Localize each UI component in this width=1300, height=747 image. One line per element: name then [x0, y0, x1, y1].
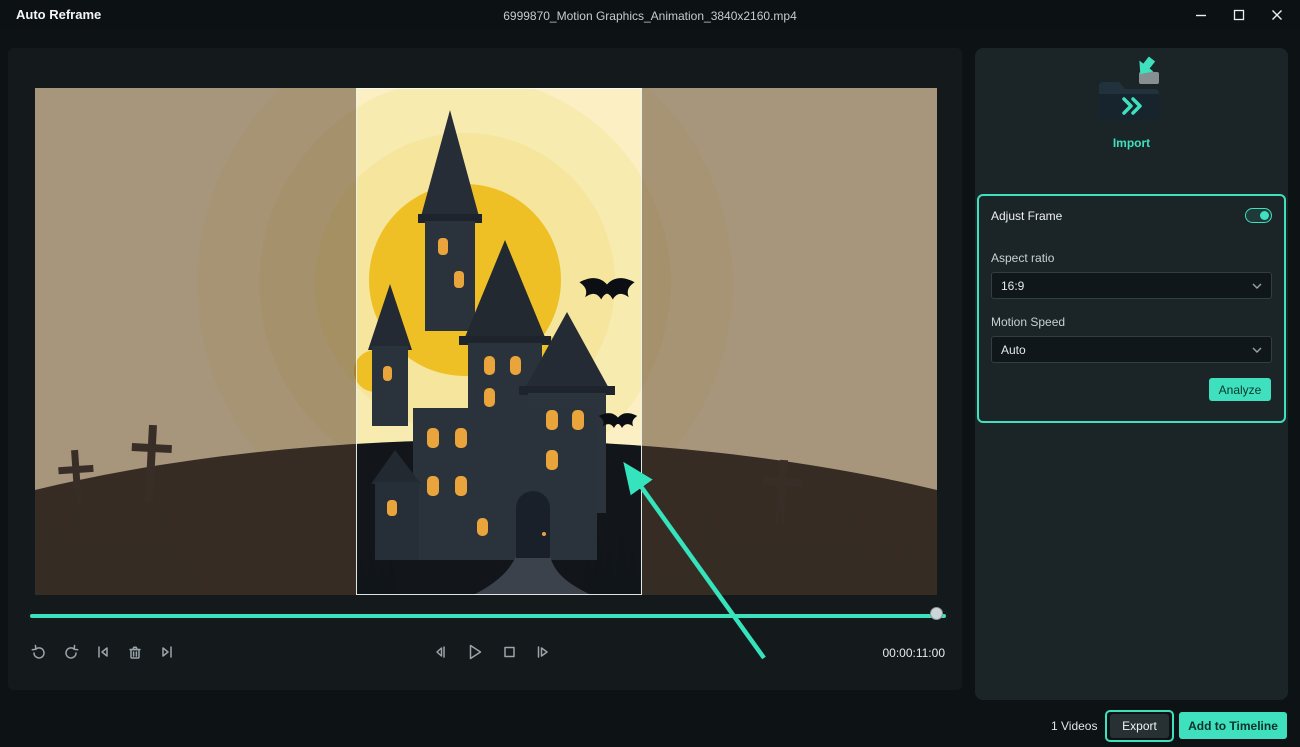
- adjust-frame-section: Adjust Frame Aspect ratio 16:9 Motion Sp…: [977, 194, 1286, 423]
- skip-to-start-icon: [98, 646, 108, 658]
- undo-icon: [31, 644, 45, 659]
- previous-frame-button[interactable]: [431, 643, 449, 661]
- aspect-ratio-value: 16:9: [1001, 278, 1025, 293]
- videos-count: 1 Videos: [1051, 719, 1098, 733]
- aspect-ratio-label: Aspect ratio: [991, 251, 1055, 265]
- undo-button[interactable]: [30, 643, 48, 661]
- playhead-handle[interactable]: [930, 607, 943, 620]
- motion-speed-select[interactable]: Auto: [991, 336, 1272, 363]
- settings-panel: Import Adjust Frame Aspect ratio 16:9 Mo…: [975, 48, 1288, 700]
- play-forward-button[interactable]: [534, 643, 552, 661]
- timeline-slider[interactable]: [30, 614, 946, 618]
- import-folder-icon: [1098, 56, 1159, 121]
- document-title: 6999870_Motion Graphics_Animation_3840x2…: [503, 9, 797, 23]
- import-button[interactable]: Import: [975, 56, 1288, 150]
- stop-icon: [504, 646, 515, 658]
- close-button[interactable]: [1258, 0, 1296, 30]
- close-icon: [1272, 10, 1282, 20]
- motion-speed-value: Auto: [1001, 342, 1026, 357]
- preview-panel: 00:00:11:00: [8, 48, 962, 690]
- title-bar: Auto Reframe 6999870_Motion Graphics_Ani…: [0, 0, 1300, 30]
- play-button[interactable]: [464, 641, 486, 663]
- play-forward-icon: [537, 646, 548, 658]
- window-controls: [1182, 0, 1296, 30]
- skip-to-end-button[interactable]: [158, 643, 176, 661]
- crop-frame[interactable]: [356, 88, 642, 595]
- adjust-frame-title: Adjust Frame: [991, 209, 1063, 223]
- stop-button[interactable]: [501, 643, 519, 661]
- adjust-frame-toggle[interactable]: [1245, 208, 1272, 223]
- import-label: Import: [1112, 136, 1151, 150]
- playback-controls: [431, 641, 552, 663]
- delete-button[interactable]: [126, 643, 144, 661]
- current-timestamp: 00:00:11:00: [882, 646, 945, 660]
- analyze-button[interactable]: Analyze: [1209, 378, 1271, 401]
- skip-to-end-icon: [162, 646, 172, 658]
- minimize-button[interactable]: [1182, 0, 1220, 30]
- skip-to-start-button[interactable]: [94, 643, 112, 661]
- chevron-down-icon: [1252, 283, 1262, 289]
- delete-icon: [129, 646, 141, 659]
- maximize-icon: [1233, 9, 1245, 21]
- redo-button[interactable]: [62, 643, 80, 661]
- play-icon: [469, 644, 482, 660]
- auto-reframe-window: Auto Reframe 6999870_Motion Graphics_Ani…: [0, 0, 1300, 747]
- chevron-down-icon: [1252, 347, 1262, 353]
- add-to-timeline-button[interactable]: Add to Timeline: [1179, 712, 1287, 739]
- edit-controls: [30, 643, 176, 661]
- export-button[interactable]: Export: [1110, 714, 1169, 738]
- export-highlight: Export: [1105, 710, 1174, 742]
- minimize-icon: [1196, 14, 1206, 17]
- video-preview: [35, 88, 937, 595]
- motion-speed-label: Motion Speed: [991, 315, 1066, 329]
- previous-frame-icon: [436, 646, 445, 658]
- maximize-button[interactable]: [1220, 0, 1258, 30]
- redo-icon: [65, 644, 79, 659]
- aspect-ratio-select[interactable]: 16:9: [991, 272, 1272, 299]
- page-title: Auto Reframe: [16, 7, 102, 22]
